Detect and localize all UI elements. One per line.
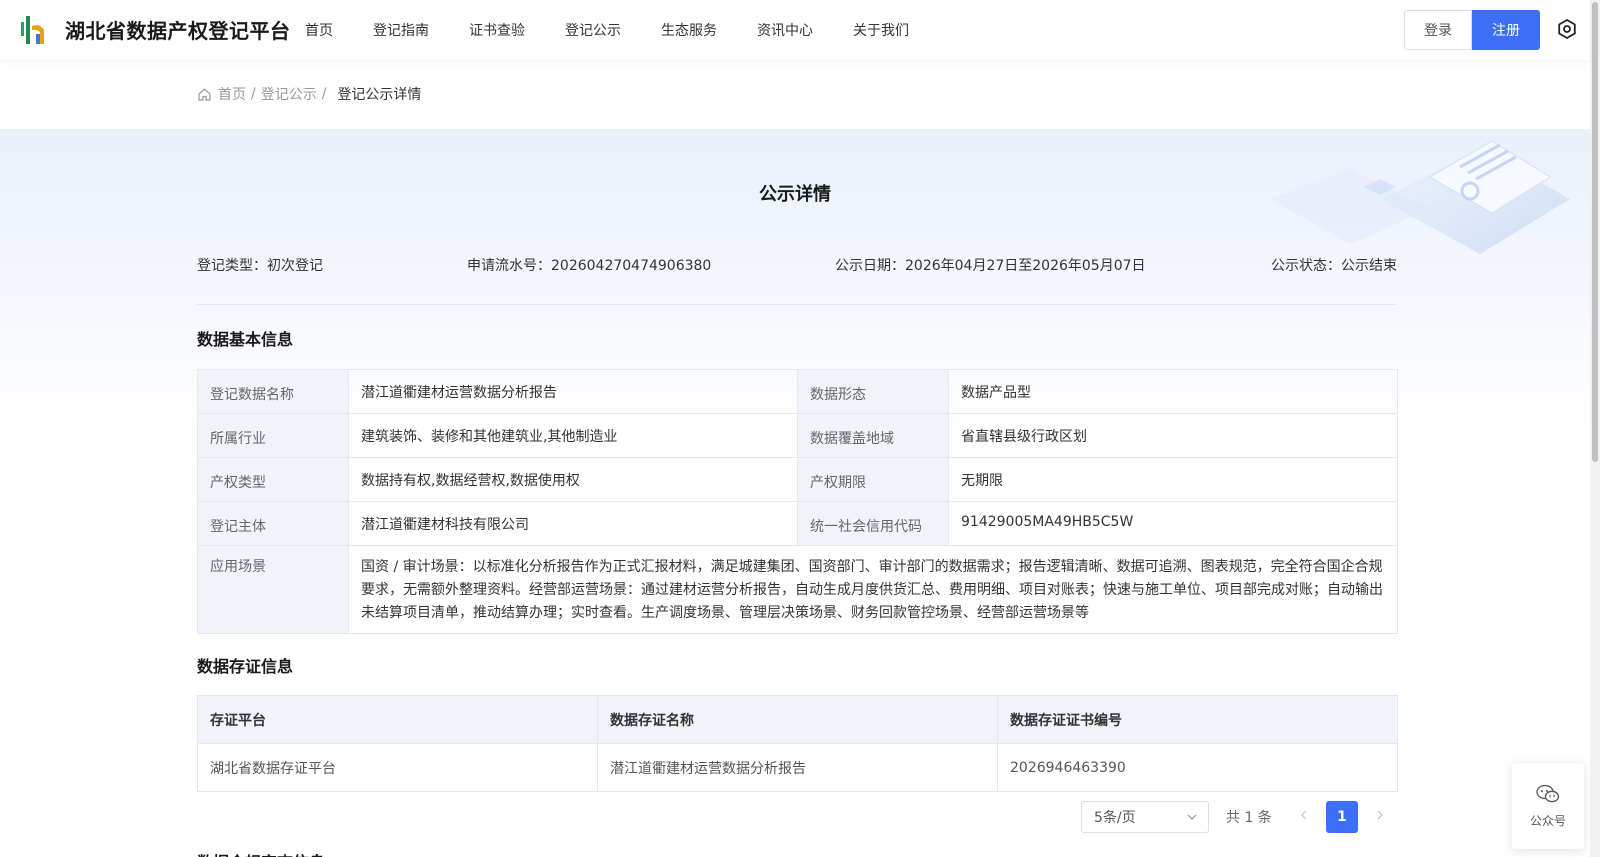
table-row: 湖北省数据存证平台 潜江道衢建材运营数据分析报告 2026946463390 — [197, 743, 1398, 792]
cell-value: 湖北省数据存证平台 — [197, 743, 598, 792]
nav-publicity[interactable]: 登记公示 — [565, 20, 621, 40]
publicity-date: 公示日期：2026年04月27日至2026年05月07日 — [835, 258, 1146, 274]
cell-value: 91429005MA49HB5C5W — [948, 501, 1398, 546]
pagination: 5条/页 共 1 条 1 — [1081, 801, 1390, 833]
site-title[interactable]: 湖北省数据产权登记平台 — [65, 15, 291, 44]
scrollbar-thumb[interactable] — [1592, 2, 1598, 462]
nav-guide[interactable]: 登记指南 — [373, 20, 429, 40]
publicity-status: 公示状态：公示结束 — [1271, 258, 1397, 274]
nav-home[interactable]: 首页 — [305, 20, 333, 40]
wechat-official-account-widget[interactable]: 公众号 — [1512, 763, 1584, 849]
cell-label: 应用场景 — [197, 545, 349, 634]
login-button[interactable]: 登录 — [1404, 10, 1472, 50]
application-scene-value: 国资 / 审计场景：以标准化分析报告作为正式汇报材料，满足城建集团、国资部门、审… — [348, 545, 1398, 634]
cell-label: 登记主体 — [197, 501, 349, 546]
settings-icon[interactable] — [1556, 18, 1578, 40]
column-header: 数据存证证书编号 — [997, 695, 1398, 744]
page-size-select[interactable]: 5条/页 — [1081, 801, 1209, 833]
cell-value: 数据产品型 — [948, 369, 1398, 414]
breadcrumb-separator: / — [321, 86, 327, 102]
column-header: 存证平台 — [197, 695, 598, 744]
page-size-value: 5条/页 — [1094, 810, 1136, 826]
cell-value: 省直辖县级行政区划 — [948, 413, 1398, 458]
table-row: 登记数据名称 潜江道衢建材运营数据分析报告 数据形态 数据产品型 — [197, 369, 1398, 414]
table-row: 应用场景 国资 / 审计场景：以标准化分析报告作为正式汇报材料，满足城建集团、国… — [197, 545, 1398, 634]
home-icon — [198, 87, 211, 101]
divider — [197, 304, 1397, 305]
column-header: 数据存证名称 — [597, 695, 998, 744]
chevron-left-icon — [1300, 810, 1307, 820]
nav-cert-verify[interactable]: 证书查验 — [469, 20, 525, 40]
page-button-current[interactable]: 1 — [1325, 801, 1358, 833]
chevron-down-icon — [1187, 814, 1197, 820]
storage-info-table: 存证平台 数据存证名称 数据存证证书编号 湖北省数据存证平台 潜江道衢建材运营数… — [197, 695, 1398, 792]
cell-value: 数据持有权,数据经营权,数据使用权 — [348, 457, 798, 502]
basic-info-title: 数据基本信息 — [197, 330, 294, 349]
breadcrumb-publicity[interactable]: 登记公示 — [261, 84, 317, 104]
storage-info-title: 数据存证信息 — [197, 657, 294, 676]
cell-value: 2026946463390 — [997, 743, 1398, 792]
table-row: 所属行业 建筑装饰、装修和其他建筑业,其他制造业 数据覆盖地域 省直辖县级行政区… — [197, 413, 1398, 458]
main-nav: 首页 登记指南 证书查验 登记公示 生态服务 资讯中心 关于我们 — [305, 0, 949, 60]
page-heading: 公示详情 — [759, 184, 831, 205]
cell-label: 所属行业 — [197, 413, 349, 458]
basic-info-table: 登记数据名称 潜江道衢建材运营数据分析报告 数据形态 数据产品型 所属行业 建筑… — [197, 369, 1398, 634]
table-row: 产权类型 数据持有权,数据经营权,数据使用权 产权期限 无期限 — [197, 457, 1398, 502]
table-row: 登记主体 潜江道衢建材科技有限公司 统一社会信用代码 91429005MA49H… — [197, 501, 1398, 546]
cell-value: 潜江道衢建材运营数据分析报告 — [348, 369, 798, 414]
cell-value: 建筑装饰、装修和其他建筑业,其他制造业 — [348, 413, 798, 458]
wechat-icon — [1536, 784, 1560, 802]
cell-label: 数据覆盖地域 — [797, 413, 949, 458]
wechat-label: 公众号 — [1529, 813, 1566, 828]
registration-type: 登记类型：初次登记 — [197, 258, 323, 274]
cell-label: 产权类型 — [197, 457, 349, 502]
cell-value: 潜江道衢建材科技有限公司 — [348, 501, 798, 546]
cell-label: 登记数据名称 — [197, 369, 349, 414]
next-page-button[interactable] — [1370, 809, 1390, 825]
breadcrumb-separator: / — [251, 86, 256, 102]
nav-about[interactable]: 关于我们 — [853, 20, 909, 40]
compliance-info-title: 数据合规审查信息 — [197, 849, 325, 857]
cell-label: 数据形态 — [797, 369, 949, 414]
breadcrumb-current: 登记公示详情 — [337, 87, 422, 103]
logo-icon[interactable] — [18, 12, 52, 46]
prev-page-button[interactable] — [1294, 809, 1314, 825]
cell-label: 统一社会信用代码 — [797, 501, 949, 546]
register-button[interactable]: 注册 — [1472, 10, 1540, 50]
meta-row: 登记类型：初次登记 申请流水号：202604270474906380 公示日期：… — [197, 255, 1397, 277]
breadcrumb-home[interactable]: 首页 — [218, 84, 246, 104]
breadcrumb: 首页 / 登记公示 / 登记公示详情 — [197, 84, 421, 104]
cell-value: 无期限 — [948, 457, 1398, 502]
nav-news[interactable]: 资讯中心 — [757, 20, 813, 40]
nav-eco-service[interactable]: 生态服务 — [661, 20, 717, 40]
application-serial: 申请流水号：202604270474906380 — [467, 258, 712, 274]
chevron-right-icon — [1377, 810, 1383, 820]
top-header: 湖北省数据产权登记平台 首页 登记指南 证书查验 登记公示 生态服务 资讯中心 … — [0, 0, 1590, 60]
table-header-row: 存证平台 数据存证名称 数据存证证书编号 — [197, 695, 1398, 744]
total-count: 共 1 条 — [1226, 810, 1272, 826]
page-scrollbar[interactable] — [1590, 0, 1600, 857]
cell-label: 产权期限 — [797, 457, 949, 502]
cell-value: 潜江道衢建材运营数据分析报告 — [597, 743, 998, 792]
